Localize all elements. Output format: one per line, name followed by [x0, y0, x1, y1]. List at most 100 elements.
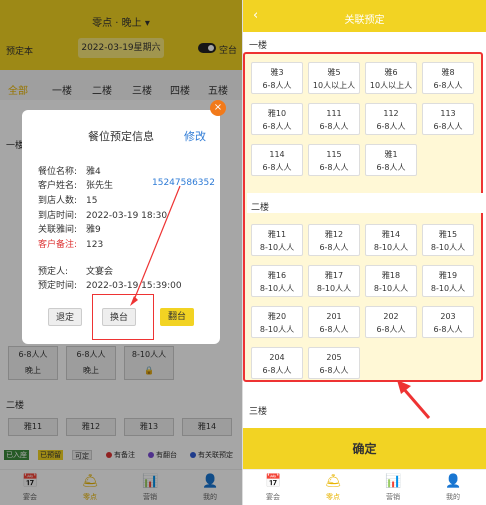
- tile-name: 雅11: [267, 230, 287, 239]
- table-tile[interactable]: 雅14 8-10人人: [365, 224, 417, 256]
- floor2-header: [247, 193, 483, 213]
- tile-capacity: 6-8人人: [262, 81, 292, 90]
- tile-capacity: 6-8人人: [319, 325, 349, 334]
- tile-capacity: 8-10人人: [373, 243, 409, 252]
- field-note: 客户备注: 123: [38, 240, 104, 250]
- tile-name: 202: [383, 312, 399, 321]
- tile-capacity: 6-8人人: [319, 243, 349, 252]
- tile-capacity: 8-10人人: [430, 284, 466, 293]
- tile-name: 114: [269, 150, 285, 159]
- table-tile[interactable]: 111 6-8人人: [308, 103, 360, 135]
- tile-capacity: 6-8人人: [262, 163, 292, 172]
- tile-name: 111: [326, 109, 342, 118]
- tab-banquet[interactable]: 📅 宴会: [253, 474, 293, 502]
- tile-name: 雅10: [267, 109, 287, 118]
- tile-name: 雅14: [381, 230, 401, 239]
- tile-capacity: 6-8人人: [376, 163, 406, 172]
- tile-name: 113: [440, 109, 456, 118]
- tile-capacity: 6-8人人: [433, 325, 463, 334]
- highlight-box: [92, 294, 154, 340]
- table-tile[interactable]: 113 6-8人人: [422, 103, 474, 135]
- tile-capacity: 8-10人人: [373, 284, 409, 293]
- tile-capacity: 6-8人人: [319, 163, 349, 172]
- tile-capacity: 8-10人人: [259, 325, 295, 334]
- table-tile[interactable]: 112 6-8人人: [365, 103, 417, 135]
- cancel-booking-button[interactable]: 退定: [48, 308, 82, 326]
- tile-capacity: 8-10人人: [430, 243, 466, 252]
- tile-name: 雅15: [438, 230, 458, 239]
- tile-capacity: 6-8人人: [376, 122, 406, 131]
- tile-capacity: 8-10人人: [259, 284, 295, 293]
- turn-table-button[interactable]: 翻台: [160, 308, 194, 326]
- field-linked-room: 关联雅间: 雅9: [38, 225, 101, 235]
- table-tile[interactable]: 雅17 8-10人人: [308, 265, 360, 297]
- table-tile[interactable]: 203 6-8人人: [422, 306, 474, 338]
- phone-link[interactable]: 15247586352: [152, 178, 215, 188]
- table-tile[interactable]: 雅10 6-8人人: [251, 103, 303, 135]
- table-tile[interactable]: 雅12 6-8人人: [308, 224, 360, 256]
- tile-name: 雅6: [384, 68, 398, 77]
- bell-icon: 🛎: [325, 474, 342, 489]
- table-select-area: 二楼 雅3 6-8人人 雅5 10人以上人 雅6 10人以上人 雅8 6-8人人 雅10 6-8人…: [243, 52, 483, 382]
- table-tile[interactable]: 雅15 8-10人人: [422, 224, 474, 256]
- tile-name: 雅5: [327, 68, 341, 77]
- confirm-button[interactable]: 确定: [243, 428, 486, 470]
- tile-name: 雅19: [438, 271, 458, 280]
- close-icon[interactable]: ×: [210, 100, 226, 116]
- floor3-label: 三楼: [249, 407, 268, 417]
- tile-name: 201: [326, 312, 342, 321]
- tile-name: 204: [269, 353, 285, 362]
- tile-capacity: 8-10人人: [259, 243, 295, 252]
- tile-name: 112: [383, 109, 399, 118]
- table-tile[interactable]: 雅6 10人以上人: [365, 62, 417, 94]
- user-icon: 👤: [445, 474, 462, 489]
- table-tile[interactable]: 雅3 6-8人人: [251, 62, 303, 94]
- tile-capacity: 6-8人人: [433, 81, 463, 90]
- table-tile[interactable]: 雅20 8-10人人: [251, 306, 303, 338]
- tab-mine[interactable]: 👤 我的: [433, 474, 473, 502]
- left-screen: 零点 · 晚上 ▾ 预定本 2022-03-19星期六 空台 全部 一楼 二楼 …: [0, 0, 242, 505]
- table-tile[interactable]: 雅11 8-10人人: [251, 224, 303, 256]
- field-customer: 客户姓名: 张先生: [38, 181, 114, 191]
- tile-name: 雅18: [381, 271, 401, 280]
- table-tile[interactable]: 雅18 8-10人人: [365, 265, 417, 297]
- tile-name: 雅17: [324, 271, 344, 280]
- tab-marketing[interactable]: 📊 营销: [373, 474, 413, 502]
- calendar-icon: 📅: [265, 474, 282, 489]
- table-tile[interactable]: 114 6-8人人: [251, 144, 303, 176]
- field-booker: 预定人: 文宴会: [38, 267, 114, 277]
- table-tile[interactable]: 雅5 10人以上人: [308, 62, 360, 94]
- chart-icon: 📊: [385, 474, 402, 489]
- edit-link[interactable]: 修改: [184, 128, 206, 144]
- right-screen: ‹ 关联预定 一楼 二楼 雅3 6-8人人 雅5 10人以上人 雅6 10人以上人 雅8 6-…: [243, 0, 486, 505]
- tile-name: 雅12: [324, 230, 344, 239]
- table-tile[interactable]: 201 6-8人人: [308, 306, 360, 338]
- tile-name: 115: [326, 150, 342, 159]
- tile-capacity: 10人以上人: [312, 81, 356, 90]
- tile-capacity: 6-8人人: [433, 122, 463, 131]
- field-guests: 到店人数: 15: [38, 196, 98, 206]
- tile-capacity: 6-8人人: [376, 325, 406, 334]
- table-tile[interactable]: 雅16 8-10人人: [251, 265, 303, 297]
- tile-name: 雅8: [441, 68, 455, 77]
- field-table-name: 餐位名称: 雅4: [38, 167, 101, 177]
- table-tile[interactable]: 雅19 8-10人人: [422, 265, 474, 297]
- tile-name: 203: [440, 312, 456, 321]
- tile-name: 雅20: [267, 312, 287, 321]
- page-title: 关联预定: [344, 15, 385, 26]
- tab-zero[interactable]: 🛎 零点: [313, 474, 353, 502]
- tile-capacity: 6-8人人: [262, 122, 292, 131]
- tile-name: 雅16: [267, 271, 287, 280]
- tile-capacity: 6-8人人: [319, 122, 349, 131]
- tile-capacity: 10人以上人: [369, 81, 413, 90]
- table-tile[interactable]: 202 6-8人人: [365, 306, 417, 338]
- table-tile[interactable]: 205 6-8人人: [308, 347, 360, 379]
- tile-capacity: 8-10人人: [316, 284, 352, 293]
- table-tile[interactable]: 雅1 6-8人人: [365, 144, 417, 176]
- table-tile[interactable]: 204 6-8人人: [251, 347, 303, 379]
- table-tile[interactable]: 雅8 6-8人人: [422, 62, 474, 94]
- tile-capacity: 6-8人人: [262, 366, 292, 375]
- right-header: ‹ 关联预定: [243, 0, 486, 32]
- table-tile[interactable]: 115 6-8人人: [308, 144, 360, 176]
- tile-capacity: 6-8人人: [319, 366, 349, 375]
